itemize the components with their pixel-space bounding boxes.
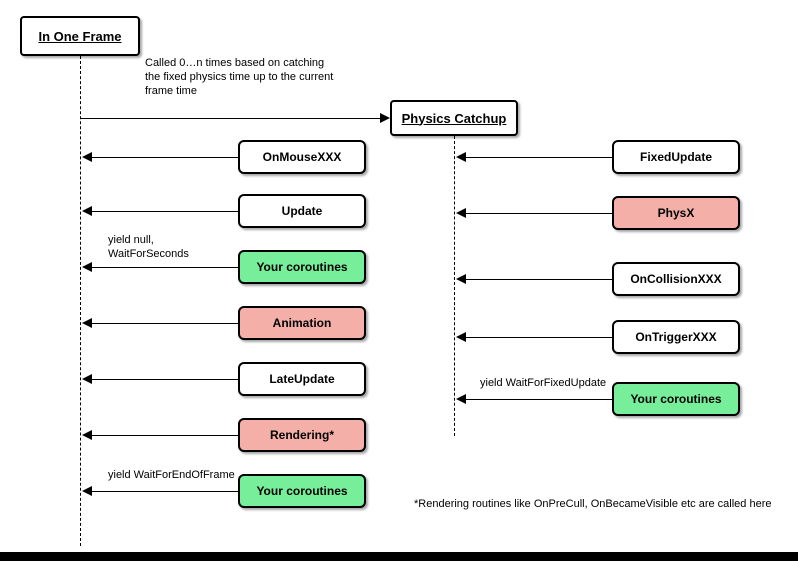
frame-lifeline [80,56,81,546]
arrow-fixedupdate-head [456,152,466,162]
arrow-oncollision [466,279,612,280]
arrow-coroutines2 [92,491,238,492]
step-update: Update [238,194,366,228]
arrow-to-physics-head [380,113,390,123]
arrow-lateupdate [92,379,238,380]
physics-title-box: Physics Catchup [390,100,518,136]
physics-lifeline [454,136,455,436]
step-ontrigger: OnTriggerXXX [612,320,740,354]
arrow-onmouse [92,157,238,158]
label-yield-null: yield null, WaitForSeconds [108,234,189,262]
label-wait-fixed: yield WaitForFixedUpdate [480,377,606,391]
arrow-rendering [92,435,238,436]
step-lateupdate: LateUpdate [238,362,366,396]
arrow-physx-head [456,208,466,218]
step-coroutines-1: Your coroutines [238,250,366,284]
arrow-update-head [82,206,92,216]
catchup-note-l1: Called 0…n times based on catching [145,57,324,69]
arrow-fixedupdate [466,157,612,158]
step-coroutines-right: Your coroutines [612,382,740,416]
arrow-ontrigger-head [456,332,466,342]
arrow-rendering-head [82,430,92,440]
arrow-animation-head [82,318,92,328]
diagram-canvas: In One Frame Called 0…n times based on c… [0,0,798,552]
step-animation: Animation [238,306,366,340]
label-yield-null-l2: WaitForSeconds [108,248,189,260]
arrow-oncollision-head [456,274,466,284]
step-oncollision: OnCollisionXXX [612,262,740,296]
catchup-note-l2: the fixed physics time up to the current [145,71,333,83]
arrow-update [92,211,238,212]
label-yield-null-l1: yield null, [108,234,154,246]
bottom-bar [0,552,798,561]
arrow-coroutines1 [92,267,238,268]
arrow-lateupdate-head [82,374,92,384]
step-fixedupdate: FixedUpdate [612,140,740,174]
step-rendering: Rendering* [238,418,366,452]
step-coroutines-2: Your coroutines [238,474,366,508]
arrow-onmouse-head [82,152,92,162]
step-onmouse: OnMouseXXX [238,140,366,174]
arrow-coroutines2-head [82,486,92,496]
catchup-note-l3: frame time [145,85,197,97]
arrow-ontrigger [466,337,612,338]
arrow-physx [466,213,612,214]
arrow-animation [92,323,238,324]
catchup-note: Called 0…n times based on catching the f… [145,57,405,98]
frame-title-box: In One Frame [20,16,140,56]
arrow-coroutines-right [466,399,612,400]
arrow-to-physics [80,118,380,119]
rendering-footnote: *Rendering routines like OnPreCull, OnBe… [414,498,771,510]
arrow-coroutines-right-head [456,394,466,404]
step-physx: PhysX [612,196,740,230]
label-wait-endframe: yield WaitForEndOfFrame [108,469,235,483]
arrow-coroutines1-head [82,262,92,272]
